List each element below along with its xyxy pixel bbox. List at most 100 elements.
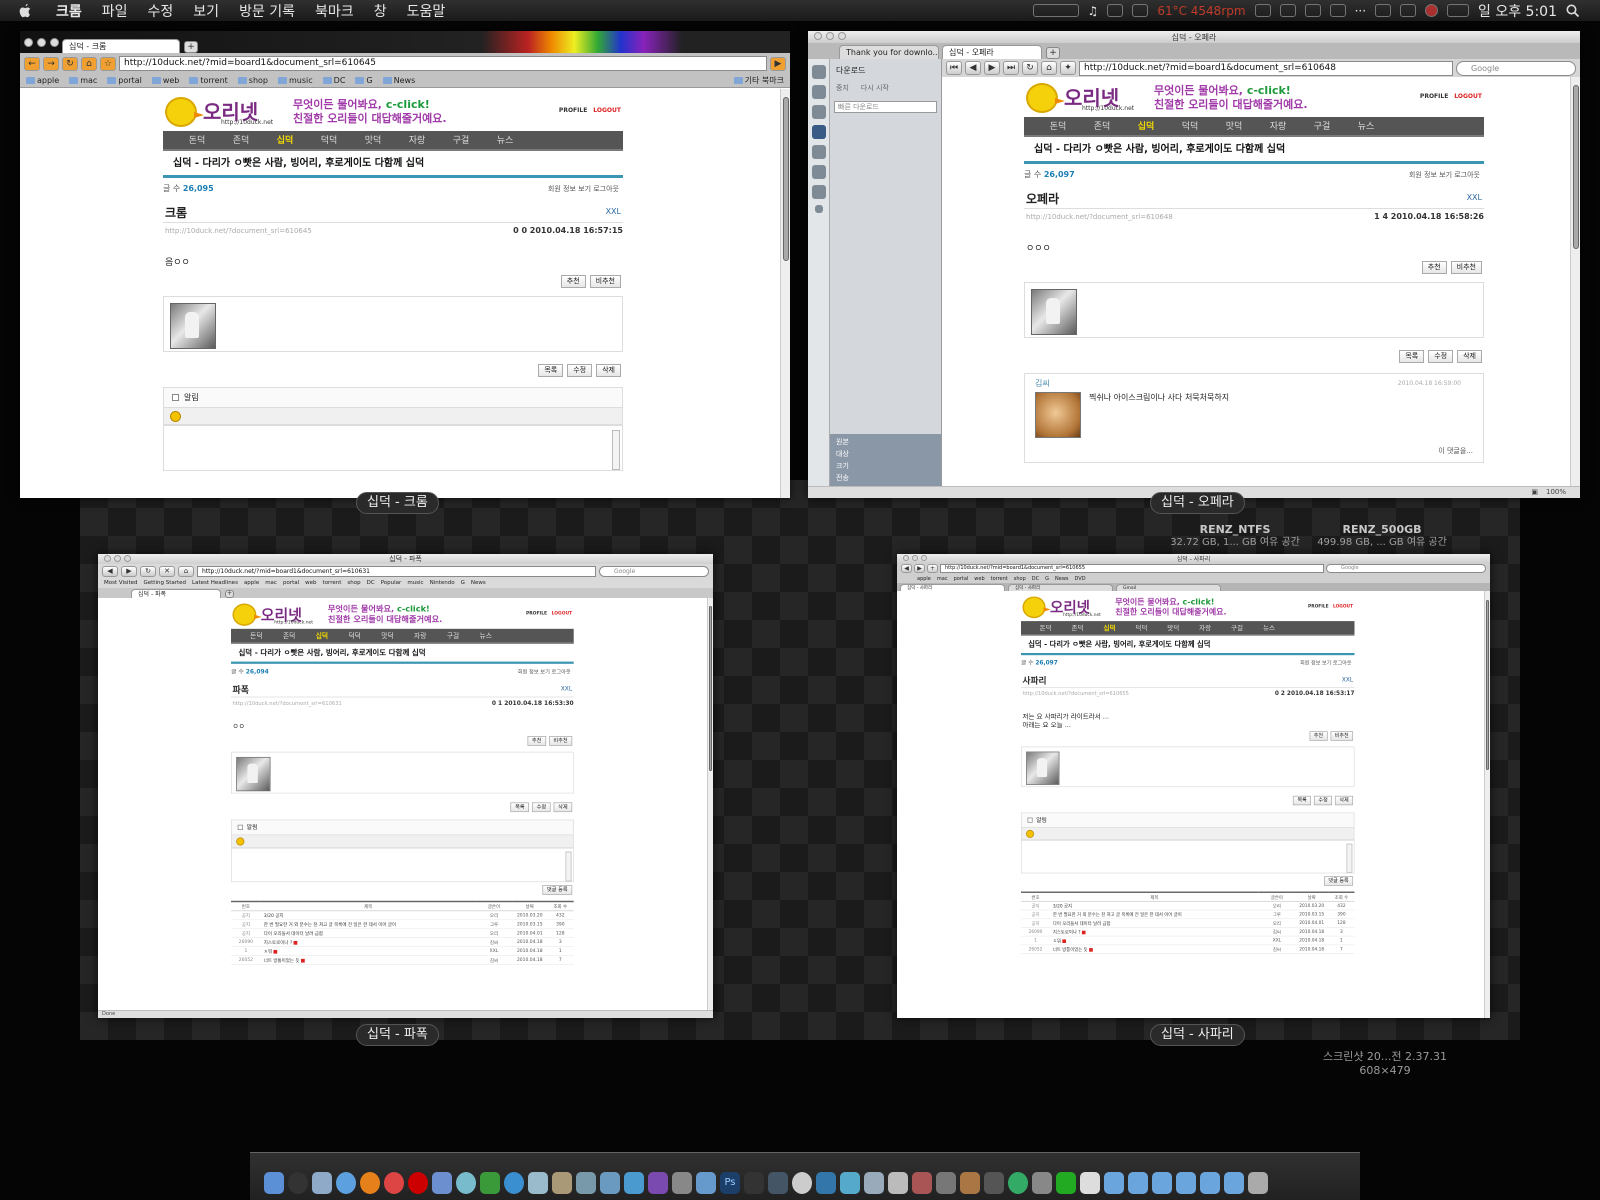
- fast-forward-icon[interactable]: ⏭: [1003, 61, 1019, 75]
- delete-button[interactable]: 삭제: [1457, 350, 1482, 363]
- close-button[interactable]: [24, 37, 33, 47]
- nav-item[interactable]: 돈덕: [1036, 117, 1080, 135]
- cell-author[interactable]: 그루: [475, 919, 513, 929]
- bookmark-item[interactable]: Latest Headlines: [192, 580, 238, 586]
- nav-item[interactable]: 뉴스: [469, 629, 502, 642]
- tab-chrome[interactable]: 십덕 - 크롬: [62, 39, 180, 53]
- doc-url[interactable]: http://10duck.net/?document_srl=610645: [165, 227, 312, 235]
- tab-download[interactable]: Thank you for downlo...: [839, 45, 939, 59]
- doc-url[interactable]: http://10duck.net/?document_srl=610631: [232, 700, 341, 706]
- column-header[interactable]: 번호: [1021, 892, 1050, 902]
- post-title[interactable]: 지스토로이나 ?: [1053, 930, 1081, 935]
- safari-titlebar[interactable]: 십덕 - 사파리: [897, 554, 1490, 563]
- bookmark-item[interactable]: torrent: [189, 76, 227, 85]
- grid-app-icon[interactable]: [984, 1172, 1004, 1194]
- cell-title[interactable]: 너트 방통이었는 듯: [260, 955, 476, 965]
- screenshot-file[interactable]: 스크린샷 20...전 2.37.31 608×479: [1310, 1050, 1460, 1078]
- time-machine-dock-icon[interactable]: [1008, 1172, 1028, 1194]
- folder-icon[interactable]: [1128, 1172, 1148, 1194]
- movie-icon[interactable]: [768, 1172, 788, 1194]
- nav-item[interactable]: 자랑: [404, 629, 437, 642]
- table-row[interactable]: 26090 지스토로이나 ? 김씨 2010.04.18 3: [231, 937, 574, 947]
- post-title[interactable]: 다이 오리들서 데이터 날려 급합: [1053, 921, 1111, 926]
- tab-opera[interactable]: 십덕 - 오페라: [942, 45, 1042, 59]
- comment-submit-button[interactable]: 댓글 등록: [542, 885, 573, 895]
- nav-item[interactable]: 덕덕: [1168, 117, 1212, 135]
- spotlight-icon[interactable]: [1566, 4, 1580, 18]
- nav-item[interactable]: 맛덕: [371, 629, 404, 642]
- post-title[interactable]: 3/20 공지: [1053, 903, 1072, 908]
- column-header[interactable]: 번호: [231, 901, 261, 911]
- table-row[interactable]: 공지 다이 오리들서 데이터 날려 급합 오리 2010.04.01 128: [1021, 918, 1355, 928]
- nav-item-active[interactable]: 십덕: [306, 629, 339, 642]
- bookmark-item[interactable]: News: [471, 580, 486, 586]
- cell-title[interactable]: 지스토로이나 ?: [260, 937, 476, 947]
- widgets-panel-icon[interactable]: [811, 85, 826, 99]
- other-bookmarks[interactable]: 기타 북마크: [734, 75, 784, 86]
- chat-icon[interactable]: [1279, 4, 1296, 17]
- nav-item[interactable]: 존덕: [1080, 117, 1124, 135]
- input-source-icon[interactable]: [1425, 4, 1439, 17]
- profile-link[interactable]: PROFILE: [526, 611, 547, 616]
- home-icon[interactable]: ⌂: [81, 56, 97, 71]
- alarm-checkbox[interactable]: [1027, 817, 1033, 823]
- search-field[interactable]: Google: [599, 565, 709, 577]
- logout-link[interactable]: LOGOUT: [593, 107, 621, 114]
- cell-author[interactable]: 김씨: [1258, 944, 1296, 954]
- nav-item[interactable]: 자랑: [1189, 621, 1221, 634]
- comment-textarea[interactable]: [163, 425, 623, 471]
- table-row[interactable]: 26090 지스토로이나 ? 김씨 2010.04.18 3: [1021, 927, 1355, 937]
- zoom-button[interactable]: [838, 32, 846, 40]
- emoticon-icon[interactable]: [1026, 829, 1035, 838]
- add-panel-icon[interactable]: [814, 205, 823, 213]
- go-icon[interactable]: ▶: [770, 56, 786, 71]
- new-tab-button[interactable]: +: [225, 590, 234, 598]
- cell-author[interactable]: 김씨: [1258, 927, 1296, 937]
- panel-title[interactable]: 다운로드: [830, 59, 941, 77]
- alarm-checkbox[interactable]: [237, 824, 243, 830]
- table-row[interactable]: 공지 한 번 필요한 거 외 분수는 천 쳐고 글 목록에 전 일은 한 데서 이…: [1021, 909, 1355, 919]
- bookmark-item[interactable]: News: [1055, 576, 1069, 582]
- menu-view[interactable]: 보기: [193, 1, 219, 21]
- reload-icon[interactable]: ↻: [1022, 61, 1038, 75]
- nav-item[interactable]: 뉴스: [483, 131, 527, 149]
- edit-button[interactable]: 수정: [1314, 795, 1333, 806]
- bookmark-item[interactable]: shop: [238, 76, 268, 85]
- address-bar[interactable]: http://10duck.net/?mid=board1&document_s…: [1079, 60, 1453, 76]
- column-header[interactable]: 조회 수: [1328, 892, 1355, 902]
- folder-icon[interactable]: [1104, 1172, 1124, 1194]
- table-row[interactable]: 1 ㅈ뭐 XXL 2010.04.18 1: [231, 946, 574, 956]
- opera-titlebar[interactable]: 십덕 - 오페라: [808, 31, 1580, 43]
- column-header[interactable]: 글쓴이: [475, 901, 513, 911]
- tab-safari[interactable]: 십덕 - 사파리: [900, 584, 1005, 591]
- list-button[interactable]: 목록: [538, 364, 564, 377]
- cell-title[interactable]: ㅈ뭐: [1050, 935, 1259, 945]
- nav-item-active[interactable]: 십덕: [263, 131, 307, 149]
- quick-download-input[interactable]: 빠른 다운로드: [834, 101, 937, 113]
- bookmark-item[interactable]: web: [305, 580, 316, 586]
- post-title[interactable]: ㅈ뭐: [1053, 938, 1061, 943]
- nav-item[interactable]: 구걸: [439, 131, 483, 149]
- cell-title[interactable]: 3/20 공지: [1050, 900, 1259, 911]
- vote-up-button[interactable]: 추천: [1309, 731, 1328, 741]
- profile-link[interactable]: PROFILE: [559, 107, 587, 114]
- nav-item[interactable]: 구걸: [437, 629, 470, 642]
- cell-title[interactable]: 다이 오리들서 데이터 날려 급합: [260, 928, 476, 938]
- nav-item[interactable]: 존덕: [273, 629, 306, 642]
- bookmark-item[interactable]: DC: [323, 76, 346, 85]
- list-button[interactable]: 목록: [1293, 795, 1312, 806]
- address-bar[interactable]: http://10duck.net/?mid=board1&document_s…: [940, 564, 1324, 573]
- baseball-thumbnail[interactable]: [1026, 751, 1060, 785]
- nav-item[interactable]: 존덕: [1062, 621, 1094, 634]
- nav-item[interactable]: 맛덕: [1212, 117, 1256, 135]
- nav-item[interactable]: 구걸: [1221, 621, 1253, 634]
- zoom-level[interactable]: 100%: [1546, 487, 1566, 498]
- bookmark-item[interactable]: G: [355, 76, 372, 85]
- vertical-scrollbar[interactable]: [707, 598, 713, 1010]
- close-button[interactable]: [104, 555, 111, 562]
- notes-panel-icon[interactable]: [811, 105, 826, 119]
- vote-down-button[interactable]: 비추천: [1330, 731, 1354, 741]
- post-title[interactable]: 다이 오리들서 데이터 날려 급합: [264, 931, 323, 936]
- media-controls-icon[interactable]: [1032, 4, 1079, 17]
- bookmarks-panel-icon[interactable]: [811, 65, 826, 79]
